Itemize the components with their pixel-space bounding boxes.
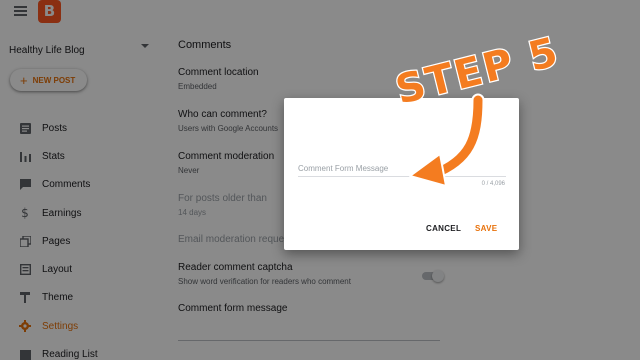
character-counter: 0 / 4,096 [481,181,505,187]
comment-form-message-input[interactable] [298,161,506,177]
cancel-button[interactable]: CANCEL [426,224,461,233]
comment-form-message-dialog: 0 / 4,096 CANCEL SAVE [284,98,519,250]
save-button[interactable]: SAVE [475,224,497,233]
